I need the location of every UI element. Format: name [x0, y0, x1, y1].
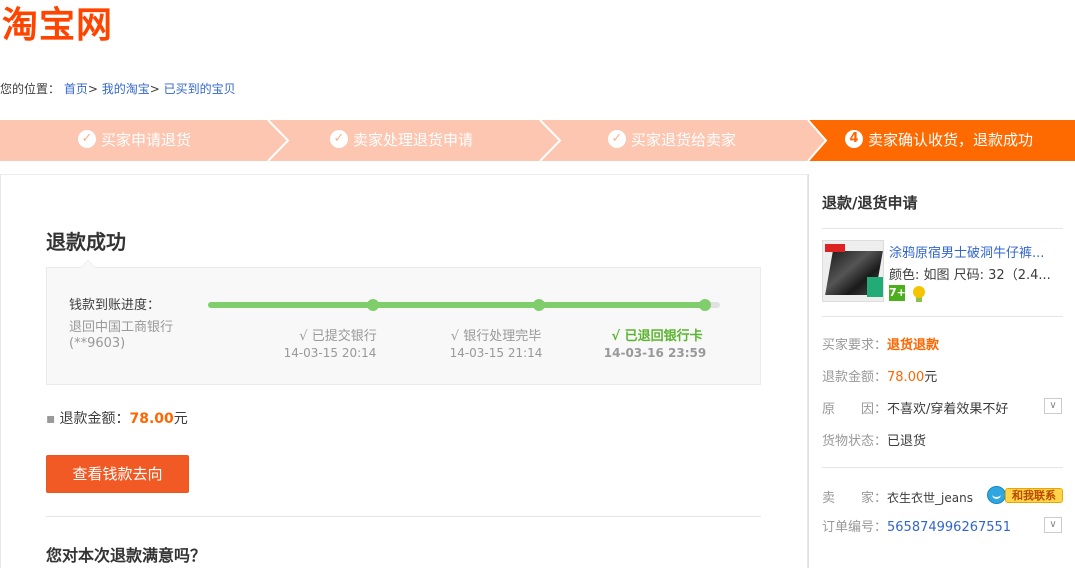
seller-row: 卖 家：衣生衣世_jeans [822, 491, 973, 506]
satisfaction-question: 您对本次退款满意吗？ [46, 546, 207, 565]
item-name-link[interactable]: 涂鸦原宿男士破洞牛仔裤... [889, 242, 1059, 261]
refund-amount-row: 退款金额：78.00元 [822, 370, 938, 385]
node-label-2: √ 银行处理完毕 [450, 329, 542, 344]
page-title: 退款成功 [46, 230, 126, 254]
breadcrumb: 您的位置： 首页> 我的淘宝> 已买到的宝贝 [0, 82, 236, 96]
progress-node-3 [699, 299, 711, 311]
contact-seller-button[interactable]: 和我联系 [987, 485, 1063, 505]
step-1: ✓ 买家申请退货 [78, 120, 191, 161]
step-4: 4 卖家确认收货，退款成功 [845, 120, 1033, 161]
node-time-1: 14-03-15 20:14 [283, 346, 377, 360]
check-icon: ✓ [608, 129, 626, 148]
progress-fill [208, 302, 710, 308]
goods-status-row: 货物状态：已退货 [822, 434, 927, 449]
progress-node-1 [367, 299, 379, 311]
refund-amount: ▪ 退款金额：78.00元 [46, 411, 188, 427]
node-time-3: 14-03-16 23:59 [603, 346, 707, 360]
progress-account: (**9603) [69, 336, 126, 351]
step-3: ✓ 买家退货给卖家 [608, 120, 736, 161]
check-icon: ✓ [330, 129, 348, 148]
step-2: ✓ 卖家处理退货申请 [330, 120, 473, 161]
wangwang-icon [987, 486, 1006, 504]
reason-row: 原 因：不喜欢/穿着效果不好 [822, 402, 1009, 417]
side-title: 退款/退货申请 [822, 194, 918, 212]
medal-icon [910, 284, 928, 302]
refund-amount-value: 78.00 [129, 411, 174, 427]
breadcrumb-bought-items[interactable]: 已买到的宝贝 [164, 82, 236, 96]
view-money-flow-button[interactable]: 查看钱款去向 [46, 455, 189, 493]
order-expand-chevron-icon[interactable]: ∨ [1044, 517, 1062, 533]
seller-name[interactable]: 衣生衣世_jeans [887, 491, 973, 505]
node-label-3: √ 已退回银行卡 [611, 329, 703, 344]
buyer-request-row: 买家要求：退货退款 [822, 338, 940, 353]
breadcrumb-my-taobao[interactable]: 我的淘宝 [102, 82, 150, 96]
refund-steps: ✓ 买家申请退货 ✓ 卖家处理退货申请 ✓ 买家退货给卖家 4 卖家确认收货，退款成功 [0, 120, 1075, 161]
check-icon: ✓ [78, 129, 96, 148]
node-label-1: √ 已提交银行 [299, 329, 377, 344]
order-number-row: 订单编号：565874996267551 [822, 520, 1012, 535]
reason-expand-chevron-icon[interactable]: ∨ [1044, 398, 1062, 414]
breadcrumb-home[interactable]: 首页 [64, 82, 88, 96]
step-number-icon: 4 [845, 129, 863, 148]
seven-day-return-icon: 7+ [889, 285, 906, 301]
progress-label: 钱款到账进度： [69, 298, 161, 313]
divider [46, 516, 761, 517]
item-sku: 颜色: 如图 尺码: 32（2.4... [889, 268, 1051, 283]
taobao-logo[interactable]: 淘宝网 [2, 4, 113, 48]
node-time-2: 14-03-15 21:14 [449, 346, 543, 360]
progress-bank: 退回中国工商银行 [69, 320, 174, 335]
item-thumbnail[interactable] [822, 240, 884, 302]
progress-node-2 [533, 299, 545, 311]
order-number-link[interactable]: 565874996267551 [887, 520, 1011, 535]
breadcrumb-label: 您的位置： [0, 82, 61, 96]
